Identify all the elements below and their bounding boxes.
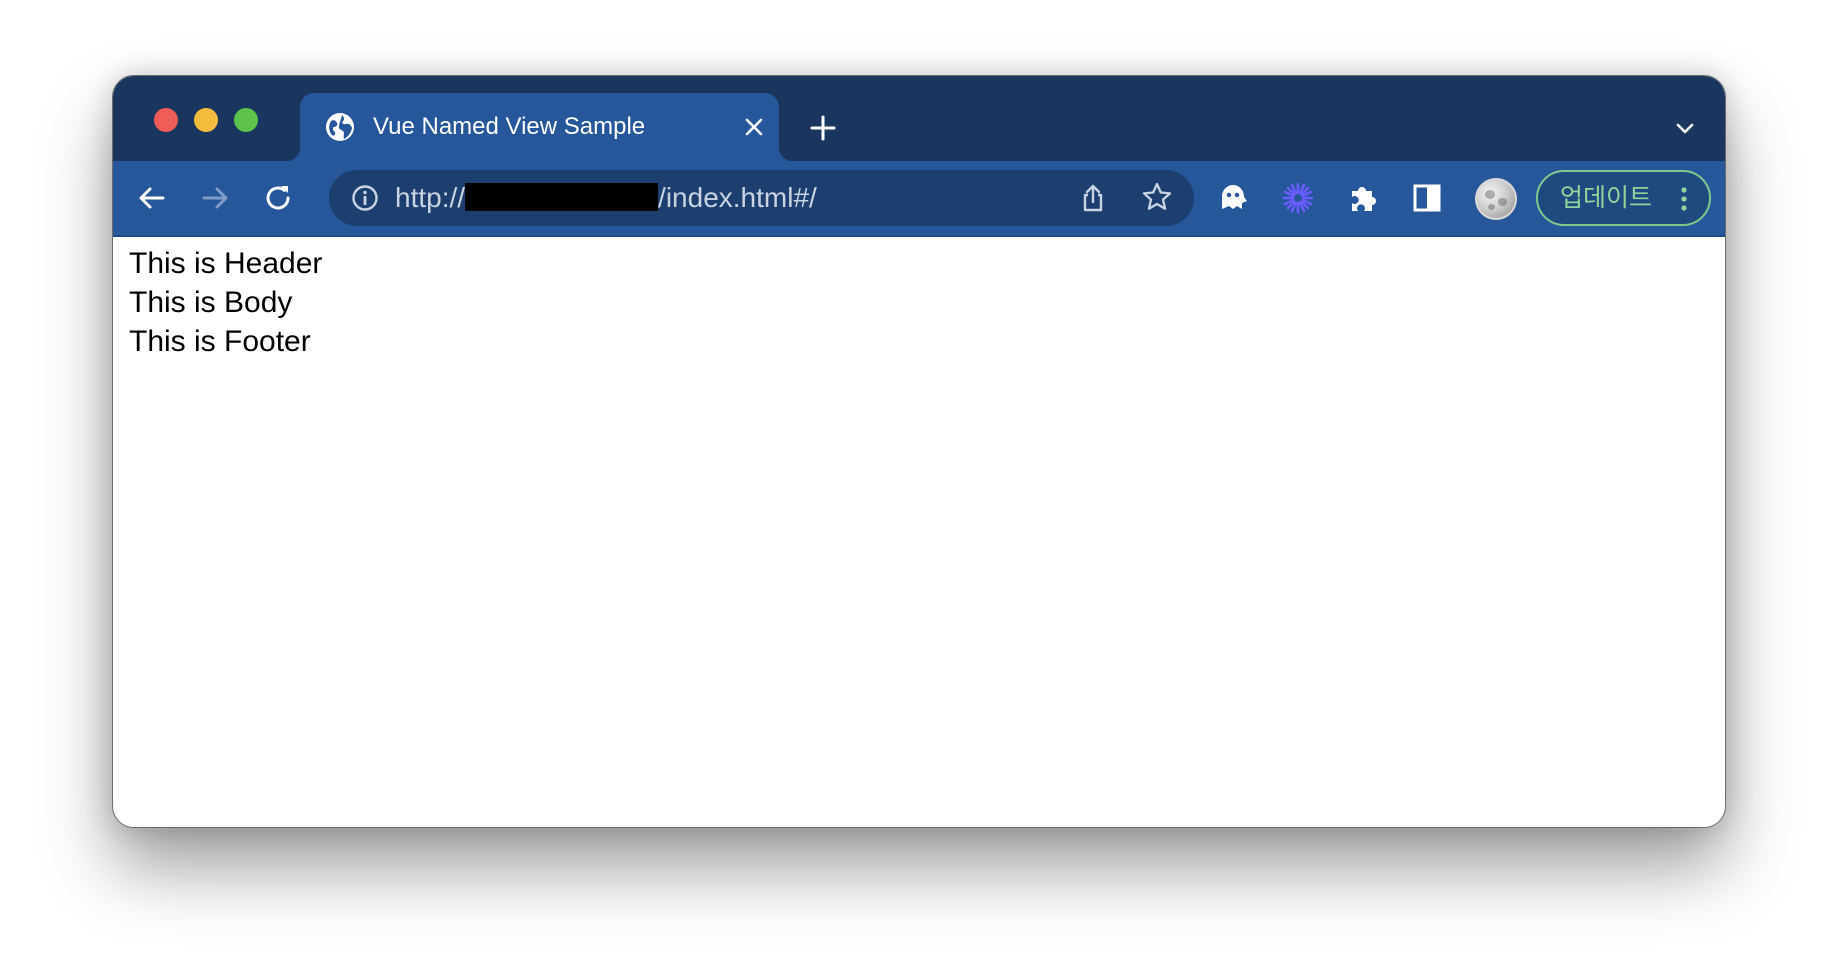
avatar[interactable] (1475, 178, 1517, 220)
url-suffix: /index.html#/ (658, 182, 817, 213)
zoom-window-button[interactable] (234, 108, 258, 132)
tab-title: Vue Named View Sample (373, 113, 646, 140)
body-text: This is Body (129, 286, 293, 319)
back-arrow-icon[interactable] (135, 181, 169, 215)
update-button[interactable]: 업데이트 (1536, 170, 1711, 226)
url-prefix: http:// (395, 182, 466, 213)
asterisk-icon[interactable] (1281, 181, 1315, 215)
globe-icon (326, 113, 354, 141)
forward-arrow-icon[interactable] (198, 181, 232, 215)
plus-icon[interactable] (809, 114, 837, 142)
toolbar: http:// /index.html#/ 업데이트 (113, 161, 1725, 237)
browser-window: Vue Named View Sample http:// /index.htm… (112, 75, 1726, 828)
close-icon[interactable] (743, 116, 765, 138)
header-text: This is Header (129, 247, 323, 280)
chevron-down-icon[interactable] (1673, 116, 1697, 140)
ghost-icon[interactable] (1216, 181, 1250, 215)
side-panel-icon[interactable] (1410, 181, 1444, 215)
tab-active[interactable]: Vue Named View Sample (286, 93, 793, 161)
star-icon[interactable] (1141, 181, 1173, 213)
address-bar[interactable]: http:// /index.html#/ (329, 170, 1194, 226)
url-text[interactable]: http:// /index.html#/ (395, 182, 817, 214)
tab-strip: Vue Named View Sample (113, 76, 1725, 161)
minimize-window-button[interactable] (194, 108, 218, 132)
redacted-host (465, 183, 659, 211)
footer-text: This is Footer (129, 325, 311, 358)
close-window-button[interactable] (154, 108, 178, 132)
page-content: This is Header This is Body This is Foot… (113, 237, 1725, 827)
reload-icon[interactable] (261, 181, 295, 215)
kebab-menu-icon[interactable] (1674, 184, 1694, 214)
share-icon[interactable] (1077, 182, 1109, 214)
update-label: 업데이트 (1560, 183, 1653, 212)
puzzle-icon[interactable] (1346, 181, 1380, 215)
info-icon[interactable] (351, 184, 379, 212)
